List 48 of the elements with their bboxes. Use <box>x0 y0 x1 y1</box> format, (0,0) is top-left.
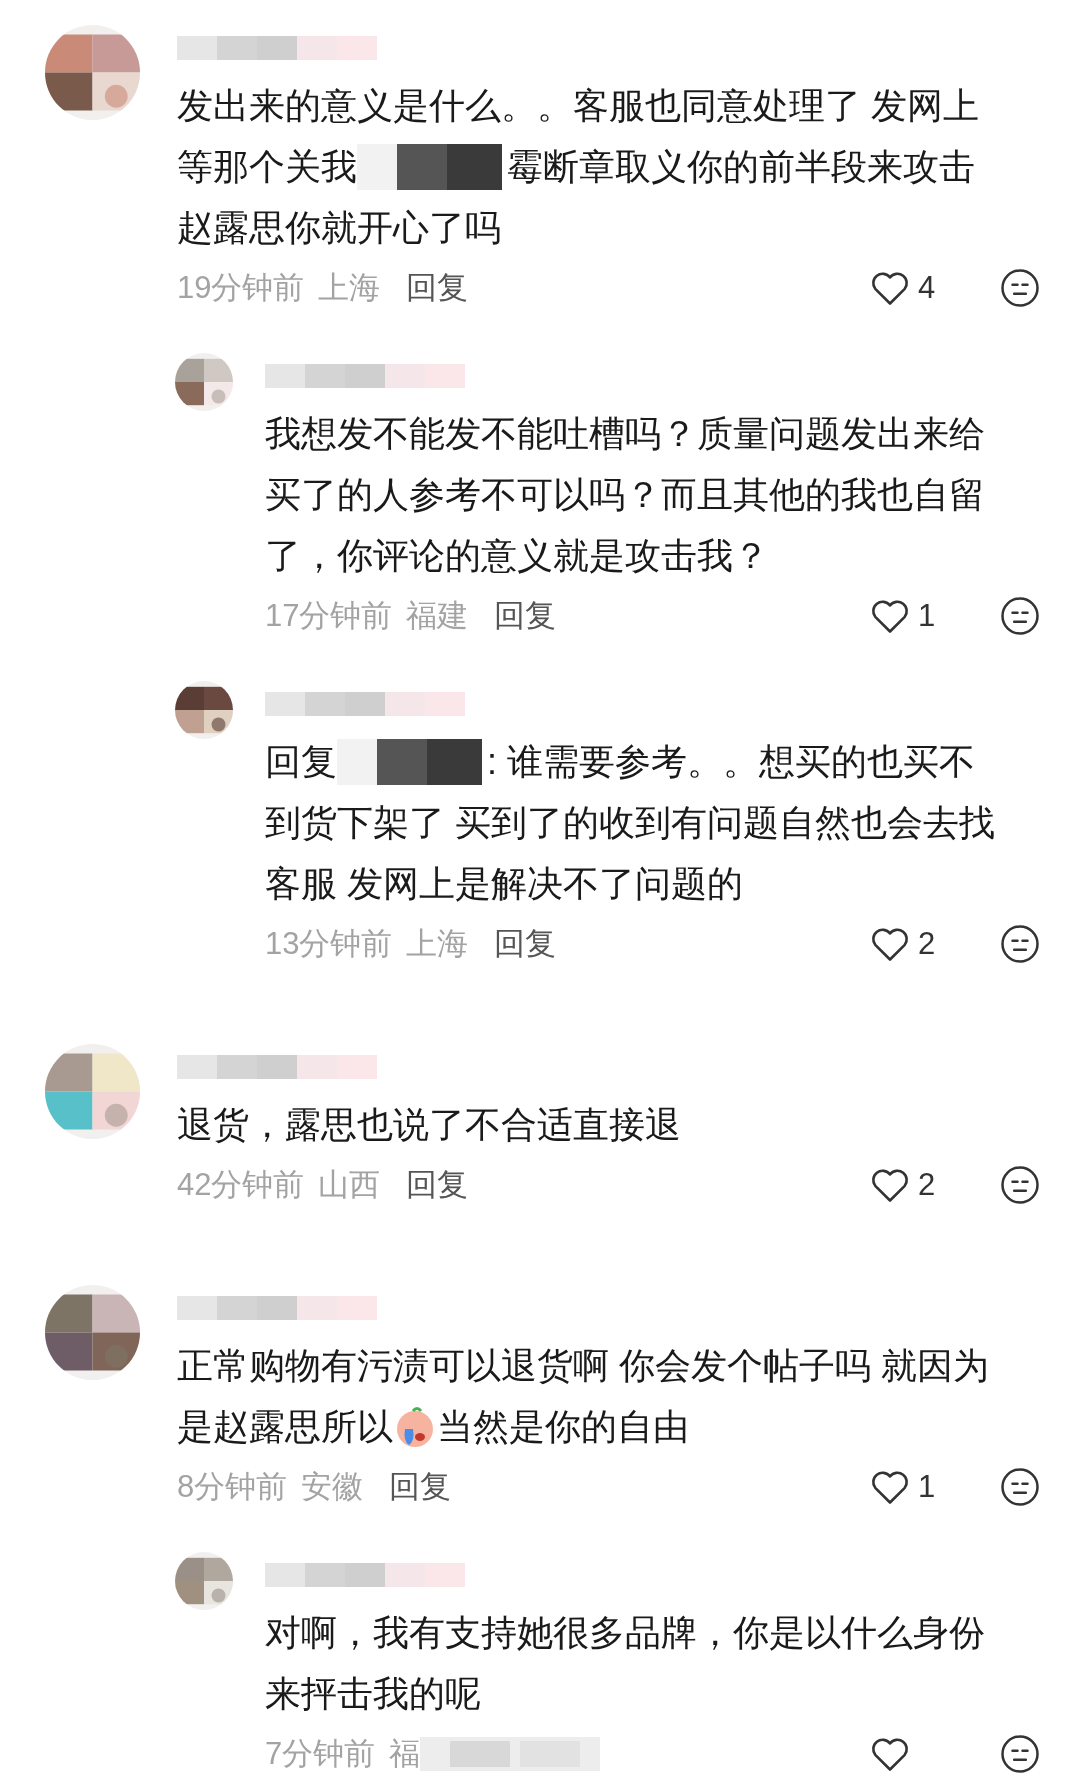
heart-icon[interactable] <box>870 1736 910 1772</box>
heart-icon[interactable] <box>870 598 910 634</box>
neutral-face-icon[interactable] <box>1000 1734 1040 1774</box>
neutral-face-icon[interactable] <box>1000 924 1040 964</box>
like-count: 1 <box>918 596 936 635</box>
comment-text: 发出来的意义是什么。。客服也同意处理了 发网上 <box>177 84 979 128</box>
comment-location: 山西 <box>318 1165 381 1204</box>
comment-time: 8分钟前 <box>177 1467 288 1506</box>
neutral-face-icon[interactable] <box>1000 268 1040 308</box>
heart-icon[interactable] <box>870 926 910 962</box>
reply-button[interactable]: 回复 <box>406 1161 469 1209</box>
like-count: 2 <box>918 1165 936 1204</box>
reply-button[interactable]: 回复 <box>494 592 557 640</box>
comment-text: 赵露思你就开心了吗 <box>177 206 501 250</box>
like-count: 2 <box>918 924 936 963</box>
comment-text: 是赵露思所以 <box>177 1405 393 1449</box>
heart-icon[interactable] <box>870 1167 910 1203</box>
comment-location: 上海 <box>318 268 381 307</box>
comment-location: 上海 <box>406 924 469 963</box>
comment-text: 当然是你的自由 <box>437 1405 689 1449</box>
comment-text: 对啊，我有支持她很多品牌，你是以什么身份 来抨击我的呢 <box>265 1612 985 1714</box>
like-count: 1 <box>918 1467 936 1506</box>
reply-button[interactable]: 回复 <box>389 1463 452 1511</box>
comment-location: 福 <box>389 1734 421 1773</box>
comment-text: 退货，露思也说了不合适直接退 <box>177 1104 681 1145</box>
comment-text: 我想发不能发不能吐槽吗？质量问题发出来给 买了的人参考不可以吗？而且其他的我也自留 了，你评论的意义就是攻击我？ <box>265 413 985 576</box>
comment-text: 等那个关我 <box>177 145 357 189</box>
neutral-face-icon[interactable] <box>1000 1165 1040 1205</box>
comment-text: 客服 发网上是解决不了问题的 <box>265 862 743 906</box>
comment-location: 福建 <box>406 596 469 635</box>
neutral-face-icon[interactable] <box>1000 596 1040 636</box>
neutral-face-icon[interactable] <box>1000 1467 1040 1507</box>
comment-text: 正常购物有污渍可以退货啊 你会发个帖子吗 就因为 <box>177 1344 989 1388</box>
comment-time: 42分钟前 <box>177 1165 305 1204</box>
comment-location: 安徽 <box>301 1467 364 1506</box>
like-count: 4 <box>918 268 936 307</box>
comment-text: 霉断章取义你的前半段来攻击 <box>507 145 975 189</box>
comment-time: 7分钟前 <box>265 1734 376 1773</box>
reply-button[interactable]: 回复 <box>406 264 469 312</box>
heart-icon[interactable] <box>870 270 910 306</box>
comment-text: 回复 <box>265 740 337 784</box>
comment-text: : 谁需要参考。。想买的也买不 <box>487 740 975 784</box>
comment-time: 17分钟前 <box>265 596 393 635</box>
reply-button[interactable]: 回复 <box>494 920 557 968</box>
comment-time: 13分钟前 <box>265 924 393 963</box>
heart-icon[interactable] <box>870 1469 910 1505</box>
comment-time: 19分钟前 <box>177 268 305 307</box>
comment-text: 到货下架了 买到了的收到有问题自然也会去找 <box>265 801 995 845</box>
